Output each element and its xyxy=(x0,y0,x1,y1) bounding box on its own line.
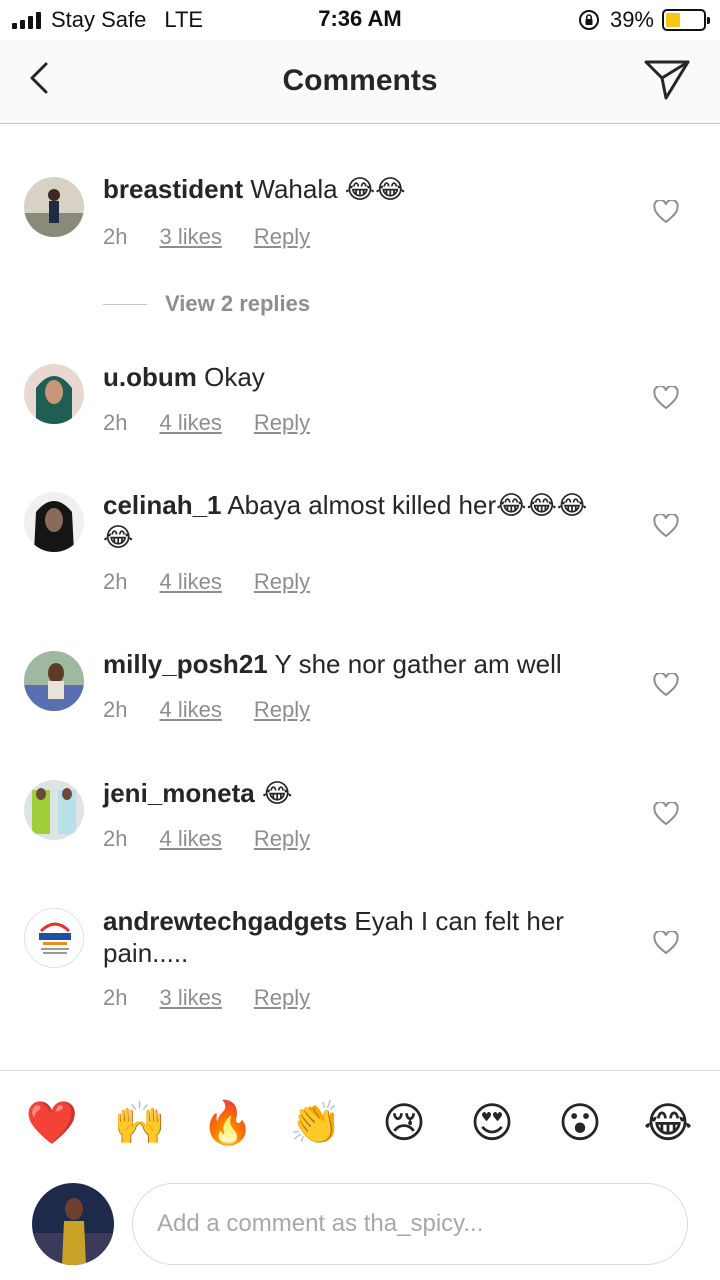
header: Comments xyxy=(0,40,720,124)
comment-composer-area: ❤️ 🙌 🔥 👏 😢 😍 😮 😂 xyxy=(0,1070,720,1280)
reply-button[interactable]: Reply xyxy=(254,224,310,250)
comment-time: 2h xyxy=(103,569,128,594)
comment-text: Okay xyxy=(204,362,265,392)
comment-text: 😂 xyxy=(261,778,293,808)
likes-link[interactable]: 4 likes xyxy=(159,826,221,852)
comment-meta: 2h 3 likes Reply xyxy=(103,985,342,1011)
likes-link[interactable]: 4 likes xyxy=(159,410,221,436)
like-heart-icon[interactable] xyxy=(653,200,679,224)
comment-username[interactable]: milly_posh21 xyxy=(103,649,268,679)
avatar[interactable] xyxy=(24,908,84,968)
comment-meta: 2h 4 likes Reply xyxy=(103,410,342,436)
comment-meta: 2h 4 likes Reply xyxy=(103,697,342,723)
avatar[interactable] xyxy=(24,651,84,711)
comment-meta: 2h 3 likes Reply xyxy=(103,224,342,250)
battery-icon xyxy=(662,9,710,31)
comment-text-block: jeni_moneta 😂 xyxy=(103,777,613,809)
emoji-clap-button[interactable]: 👏 xyxy=(288,1095,344,1151)
avatar[interactable] xyxy=(24,364,84,424)
comment-meta: 2h 4 likes Reply xyxy=(103,569,342,595)
emoji-heart-eyes-button[interactable]: 😍 xyxy=(464,1095,520,1151)
likes-link[interactable]: 3 likes xyxy=(159,985,221,1011)
andrew-tech-gadgets-logo xyxy=(25,909,83,967)
comment-time: 2h xyxy=(103,410,128,435)
reply-button[interactable]: Reply xyxy=(254,569,310,595)
comment-username[interactable]: breastident xyxy=(103,174,243,204)
comment-time: 2h xyxy=(103,224,128,249)
like-heart-icon[interactable] xyxy=(653,931,679,955)
current-user-avatar xyxy=(32,1183,114,1265)
avatar[interactable] xyxy=(24,492,84,552)
emoji-laughing-button[interactable]: 😂 xyxy=(640,1095,696,1151)
reply-button[interactable]: Reply xyxy=(254,410,310,436)
comment-username[interactable]: u.obum xyxy=(103,362,197,392)
comment-text-block: andrewtechgadgets Eyah I can felt her pa… xyxy=(103,905,613,969)
like-heart-icon[interactable] xyxy=(653,514,679,538)
avatar[interactable] xyxy=(24,177,84,237)
comment-text-block: celinah_1 Abaya almost killed her😂😂😂😂 xyxy=(103,489,613,553)
like-heart-icon[interactable] xyxy=(653,386,679,410)
comment-meta: 2h 4 likes Reply xyxy=(103,826,342,852)
divider xyxy=(103,303,147,305)
quick-emoji-bar: ❤️ 🙌 🔥 👏 😢 😍 😮 😂 xyxy=(0,1095,720,1151)
emoji-surprised-button[interactable]: 😮 xyxy=(552,1095,608,1151)
battery-percent: 39% xyxy=(609,7,654,32)
like-heart-icon[interactable] xyxy=(653,802,679,826)
battery-fill xyxy=(666,13,681,27)
comment-text-block: u.obum Okay xyxy=(103,361,613,393)
reply-button[interactable]: Reply xyxy=(254,985,310,1011)
emoji-crying-button[interactable]: 😢 xyxy=(376,1095,432,1151)
comment-time: 2h xyxy=(103,985,128,1010)
rotation-lock-icon xyxy=(578,10,599,30)
comment-username[interactable]: andrewtechgadgets xyxy=(103,906,347,936)
comment-text-block: milly_posh21 Y she nor gather am well xyxy=(103,648,613,680)
comment-text-block: breastident Wahala 😂😂 xyxy=(103,173,613,205)
likes-link[interactable]: 4 likes xyxy=(159,569,221,595)
comment-username[interactable]: jeni_moneta xyxy=(103,778,255,808)
comment-list[interactable]: breastident Wahala 😂😂 2h 3 likes Reply V… xyxy=(0,125,720,1070)
status-bar: Stay Safe LTE 7:36 AM 39% xyxy=(0,0,720,40)
comment-username[interactable]: celinah_1 xyxy=(103,490,222,520)
comment-text: Y she nor gather am well xyxy=(274,649,562,679)
reply-button[interactable]: Reply xyxy=(254,697,310,723)
paper-plane-icon xyxy=(644,60,690,100)
comment-time: 2h xyxy=(103,826,128,851)
avatar[interactable] xyxy=(24,780,84,840)
page-title: Comments xyxy=(282,64,438,97)
share-button[interactable] xyxy=(642,56,692,102)
view-replies-button[interactable]: View 2 replies xyxy=(103,291,310,317)
comment-input[interactable] xyxy=(132,1183,688,1265)
view-replies-label: View 2 replies xyxy=(165,291,311,316)
reply-button[interactable]: Reply xyxy=(254,826,310,852)
comment-time: 2h xyxy=(103,697,128,722)
emoji-raised-hands-button[interactable]: 🙌 xyxy=(112,1095,168,1151)
likes-link[interactable]: 3 likes xyxy=(159,224,221,250)
status-right: 39% xyxy=(578,6,710,34)
like-heart-icon[interactable] xyxy=(653,673,679,697)
comment-text: Wahala 😂😂 xyxy=(250,174,406,204)
emoji-heart-button[interactable]: ❤️ xyxy=(24,1095,80,1151)
likes-link[interactable]: 4 likes xyxy=(159,697,221,723)
emoji-fire-button[interactable]: 🔥 xyxy=(200,1095,256,1151)
